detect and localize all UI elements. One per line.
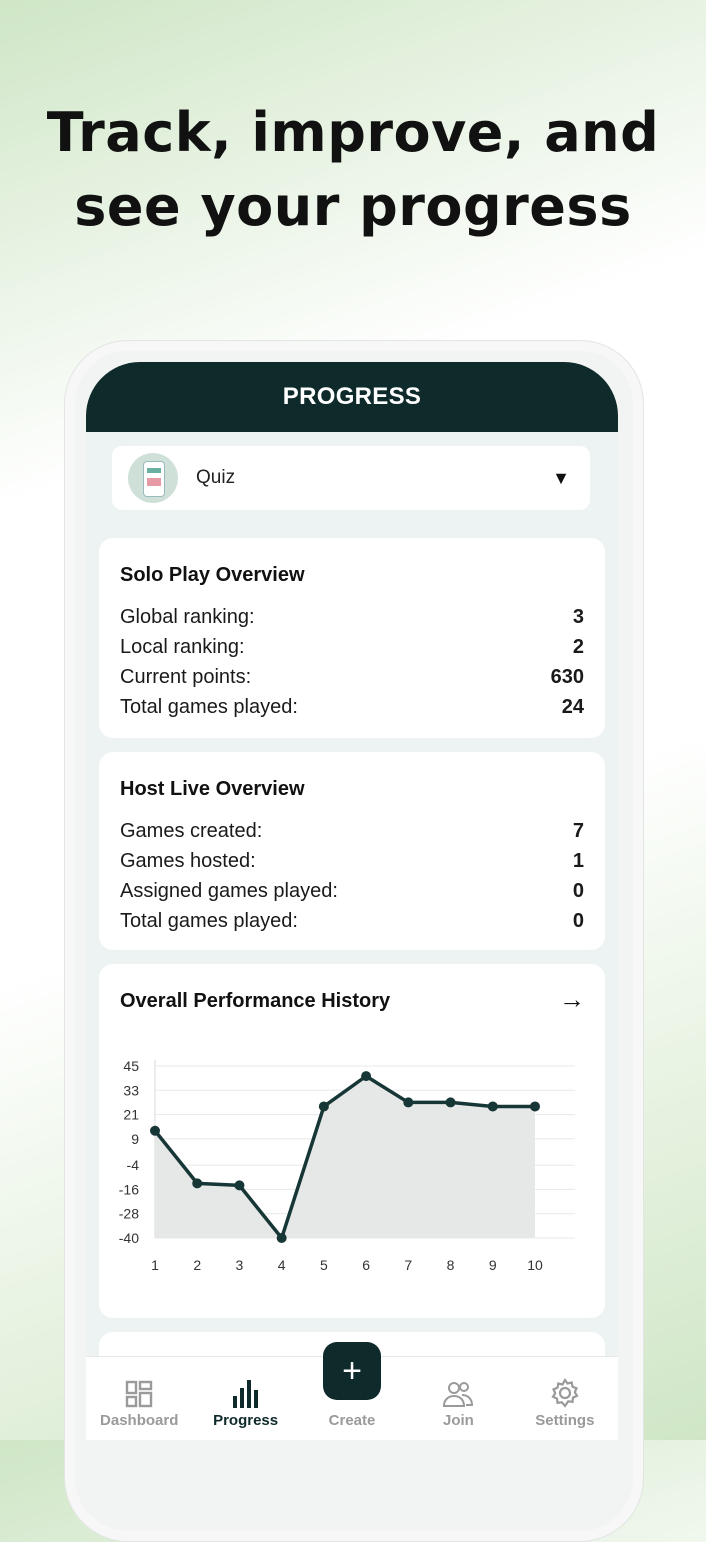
nav-label: Dashboard (100, 1412, 179, 1429)
stat-label: Total games played: (120, 910, 298, 932)
arrow-right-icon[interactable]: → (559, 984, 585, 1015)
stat-label: Global ranking: (120, 606, 255, 628)
stat-row: Games hosted: 1 (120, 846, 584, 876)
data-point (445, 1097, 456, 1108)
stat-row: Total games played: 24 (120, 692, 584, 722)
x-tick-label: 9 (489, 1257, 497, 1273)
headline: Track, improve, and see your progress (0, 96, 706, 244)
stat-label: Assigned games played: (120, 880, 338, 902)
data-point (234, 1180, 245, 1191)
performance-card: Overall Performance History → 45 33 21 9 -4-… (99, 964, 605, 1318)
data-point (276, 1233, 287, 1243)
stat-label: Games created: (120, 820, 263, 842)
performance-title: Overall Performance History (120, 990, 391, 1012)
x-tick-label: 5 (320, 1257, 328, 1273)
quiz-thumbnail (128, 453, 178, 503)
headline-line-1: Track, improve, and (46, 101, 660, 164)
data-point (150, 1125, 160, 1136)
stat-value: 3 (572, 606, 584, 628)
create-button[interactable]: + (323, 1342, 381, 1400)
nav-label: Progress (213, 1412, 279, 1429)
nav-label: Join (443, 1412, 474, 1429)
y-tick-label: 21 (123, 1107, 139, 1123)
data-point (192, 1178, 203, 1189)
data-point (361, 1071, 372, 1082)
data-point (530, 1101, 540, 1112)
x-tick-label: 6 (362, 1257, 370, 1273)
stat-row: Current points: 630 (120, 662, 584, 692)
x-tick-label: 7 (404, 1257, 412, 1273)
app-screen: PROGRESS Quiz ▼ Solo Play Overview Globa… (86, 362, 618, 1440)
stat-label: Local ranking: (120, 636, 245, 658)
x-tick-label: 10 (527, 1257, 543, 1273)
stat-row: Global ranking: 3 (120, 602, 584, 632)
stat-value: 630 (550, 666, 584, 688)
stat-row: Assigned games played: 0 (120, 876, 584, 906)
x-tick-label: 1 (151, 1257, 159, 1273)
y-tick-label: 9 (131, 1131, 139, 1147)
nav-progress[interactable]: Progress (192, 1357, 298, 1440)
host-live-card: Host Live Overview Games created: 7 Games… (99, 752, 605, 950)
headline-line-2: see your progress (74, 175, 632, 238)
nav-label: Settings (535, 1412, 595, 1429)
y-tick-label: -40 (119, 1230, 139, 1246)
x-tick-label: 4 (278, 1257, 286, 1273)
stat-label: Total games played: (120, 696, 298, 718)
nav-join[interactable]: Join (405, 1357, 511, 1440)
stat-row: Games created: 7 (120, 816, 584, 846)
users-icon (442, 1376, 474, 1408)
host-live-title: Host Live Overview (120, 778, 305, 800)
y-tick-label: -28 (119, 1206, 139, 1222)
nav-label: Create (328, 1412, 376, 1429)
performance-chart: 4533219-4-16-28-401 2 3 4 5 6 7 8 9 10 (119, 1058, 575, 1273)
app-bar: PROGRESS (86, 362, 618, 432)
data-point (403, 1097, 414, 1108)
dashboard-icon (125, 1376, 153, 1408)
x-tick-label: 3 (236, 1257, 244, 1273)
x-tick-label: 8 (447, 1257, 455, 1273)
data-point (487, 1101, 498, 1112)
stat-value: 7 (572, 820, 584, 842)
stat-row: Total games played: 0 (120, 906, 584, 936)
y-tick-label: 33 (123, 1082, 139, 1098)
stat-value: 24 (561, 696, 584, 718)
x-tick-label: 2 (193, 1257, 201, 1273)
solo-play-title: Solo Play Overview (120, 564, 305, 586)
stat-value: 1 (572, 850, 584, 872)
gear-icon (550, 1376, 580, 1408)
stat-value: 2 (572, 636, 584, 658)
bar-chart-icon (232, 1376, 260, 1408)
stat-value: 0 (572, 880, 584, 902)
stat-label: Games hosted: (120, 850, 256, 872)
quiz-selector[interactable]: Quiz ▼ (112, 446, 590, 510)
y-tick-label: 45 (123, 1058, 139, 1074)
y-tick-label: -4 (127, 1157, 140, 1173)
stat-row: Local ranking: 2 (120, 632, 584, 662)
page-title: PROGRESS (282, 383, 422, 410)
stat-value: 0 (572, 910, 584, 932)
nav-settings[interactable]: Settings (512, 1357, 618, 1440)
quiz-selector-label: Quiz (196, 467, 236, 488)
chevron-down-icon: ▼ (552, 467, 570, 488)
series-area (155, 1076, 535, 1238)
solo-play-card: Solo Play Overview Global ranking: 3 Loca… (99, 538, 605, 738)
y-tick-label: -16 (119, 1181, 139, 1197)
nav-dashboard[interactable]: Dashboard (86, 1357, 192, 1440)
stat-label: Current points: (120, 666, 252, 688)
data-point (318, 1101, 329, 1112)
